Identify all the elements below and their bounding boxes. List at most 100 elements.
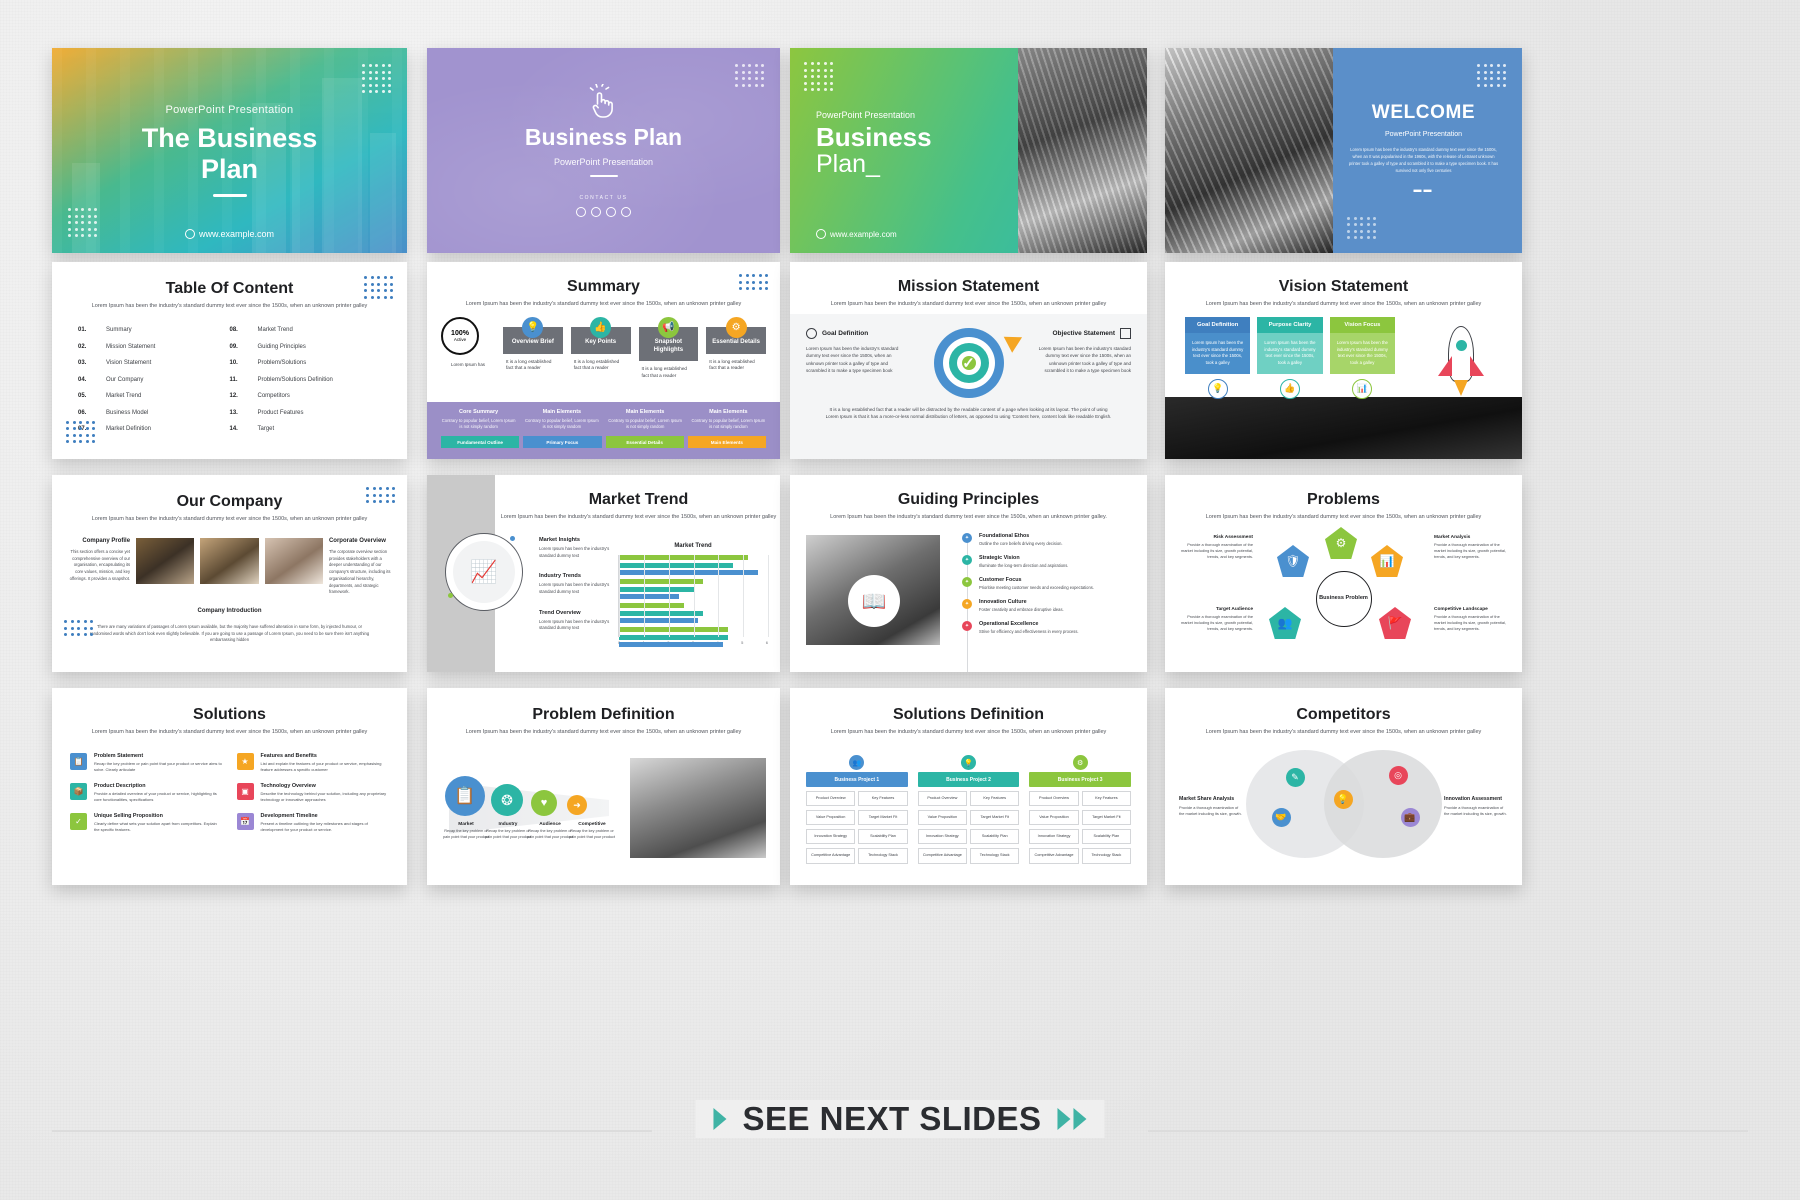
slide-table-of-content[interactable]: Table Of Content Lorem Ipsum has been th… bbox=[52, 262, 407, 459]
summary-tab[interactable]: Primary Focus bbox=[523, 436, 602, 449]
building-photo bbox=[1165, 48, 1333, 253]
slide-business-plan-purple[interactable]: Business Plan PowerPoint Presentation CO… bbox=[427, 48, 780, 253]
mission-goal-title: Goal Definition bbox=[822, 330, 869, 337]
item-text: Lorem Ipsum has been the industry's stan… bbox=[539, 582, 610, 594]
summary-tab[interactable]: Essential Details bbox=[605, 436, 684, 449]
summary-tabs[interactable]: Fundamental Outline Primary Focus Essent… bbox=[427, 436, 780, 449]
cell: Competitive Advantage bbox=[917, 848, 968, 864]
summary-tab[interactable]: Fundamental Outline bbox=[441, 436, 520, 449]
slide2-subtitle: PowerPoint Presentation bbox=[553, 157, 654, 167]
vision-card[interactable]: Purpose Clarity Lorem Ipsum has been the… bbox=[1257, 317, 1323, 399]
toc-item[interactable]: 14. Target bbox=[230, 426, 382, 432]
footer-col-title: Main Elements bbox=[709, 409, 748, 415]
title-rule bbox=[589, 175, 618, 177]
slide-solutions[interactable]: Solutions Lorem Ipsum has been the indus… bbox=[52, 688, 407, 885]
google-plus-icon[interactable] bbox=[606, 207, 616, 217]
toc-item[interactable]: 08. Market Trend bbox=[230, 327, 382, 333]
toc-item[interactable]: 01. Summary bbox=[78, 327, 230, 333]
solution-item[interactable]: ✓ Unique Selling Proposition Clearly defin… bbox=[70, 813, 223, 833]
item-text: Clearly define what sets your solution a… bbox=[94, 821, 217, 832]
toc-item[interactable]: 04. Our Company bbox=[78, 377, 230, 383]
summary-card[interactable]: 💡 Overview Brief It is a long establishe… bbox=[503, 317, 563, 372]
slide-summary[interactable]: Summary Lorem Ipsum has been the industr… bbox=[427, 262, 780, 459]
social-links[interactable] bbox=[576, 207, 631, 217]
slide-welcome[interactable]: WELCOME PowerPoint Presentation Lorem Ip… bbox=[1165, 48, 1522, 253]
slide-solutions-definition[interactable]: Solutions Definition Lorem Ipsum has bee… bbox=[790, 688, 1147, 885]
slide-competitors[interactable]: Competitors Lorem Ipsum has been the ind… bbox=[1165, 688, 1522, 885]
cell-row: Value Proposition Target Market Fit bbox=[917, 810, 1020, 826]
building-photo bbox=[1018, 48, 1147, 253]
linkedin-icon[interactable] bbox=[621, 207, 631, 217]
vision-card[interactable]: Vision Focus Lorem Ipsum has been the in… bbox=[1329, 317, 1395, 399]
page-title: Guiding Principles bbox=[897, 491, 1040, 508]
footer-col-title: Main Elements bbox=[625, 409, 665, 415]
slide-the-business-plan[interactable]: PowerPoint Presentation The Business Pla… bbox=[52, 48, 407, 253]
toc-item[interactable]: 02. Mission Statement bbox=[78, 344, 230, 350]
item-head: Product Description bbox=[94, 783, 146, 789]
summary-footer-columns: Core Summary Contrary to popular belief, … bbox=[427, 409, 780, 430]
toc-item[interactable]: 09. Guiding Principles bbox=[230, 344, 382, 350]
toc-number: 06. bbox=[78, 409, 87, 416]
solution-item[interactable]: 📋 Problem Statement Recap the key problem … bbox=[70, 753, 223, 773]
market-trend-item: Industry Trends Lorem Ipsum has been the… bbox=[539, 573, 619, 595]
toc-item[interactable]: 11. Problem/Solutions Definition bbox=[230, 377, 382, 383]
company-profile: Company Profile This section offers a co… bbox=[68, 538, 130, 583]
toc-item[interactable]: 03. Vision Statement bbox=[78, 360, 230, 366]
cell: Technology Stack bbox=[858, 848, 908, 864]
slide-our-company[interactable]: Our Company Lorem Ipsum has been the ind… bbox=[52, 475, 407, 672]
mission-bottom-text: It is a long established fact that a rea… bbox=[825, 407, 1112, 420]
twitter-icon[interactable] bbox=[576, 207, 586, 217]
toc-number: 05. bbox=[78, 393, 87, 399]
summary-card[interactable]: ⚙ Essential Details It is a long establi… bbox=[706, 317, 766, 372]
toc-item[interactable]: 05. Market Trend bbox=[78, 393, 230, 399]
guiding-list: ✦ Foundational Ethos Outline the core bel… bbox=[962, 533, 1133, 672]
vision-card-body: Lorem Ipsum has been the industry's stan… bbox=[1329, 333, 1395, 374]
cell: Value Proposition bbox=[917, 810, 968, 826]
page-subtitle: Lorem Ipsum has been the industry's stan… bbox=[1205, 301, 1482, 307]
toc-list: 01. Summary 02. Mission Statement 03. Visio… bbox=[52, 327, 407, 443]
summary-card[interactable]: 👍 Key Points It is a long established fa… bbox=[570, 317, 631, 372]
chart-bar bbox=[619, 586, 694, 592]
slide3-url-text: www.example.com bbox=[830, 229, 897, 239]
slide1-title-line1: The Business bbox=[141, 123, 318, 154]
slide-vision-statement[interactable]: Vision Statement Lorem Ipsum has been th… bbox=[1165, 262, 1522, 459]
slide-market-trend[interactable]: Market Trend Lorem Ipsum has been the in… bbox=[427, 475, 780, 672]
toc-item[interactable]: 13. Product Features bbox=[230, 410, 382, 416]
see-next-slides[interactable]: SEE NEXT SLIDES bbox=[695, 1100, 1105, 1138]
summary-card[interactable]: 📢 Snapshot Highlights It is a long estab… bbox=[638, 317, 699, 380]
percent-label: Active bbox=[453, 337, 467, 342]
company-note: There are many variations of passages of… bbox=[89, 624, 370, 643]
item-text: Prioritise meeting customer needs and ex… bbox=[979, 585, 1094, 590]
dot-pattern bbox=[804, 62, 833, 91]
slide-mission-statement[interactable]: Mission Statement Lorem Ipsum has been t… bbox=[790, 262, 1147, 459]
toc-item[interactable]: 07. Market Definition bbox=[78, 426, 230, 432]
label-head: Industry bbox=[498, 822, 518, 827]
target-icon bbox=[806, 328, 817, 339]
chart-gridline bbox=[619, 555, 620, 637]
chart-bar bbox=[619, 603, 684, 608]
toc-item[interactable]: 10. Problem/Solutions bbox=[230, 360, 382, 366]
solution-item[interactable]: 📅 Development Timeline Present a timeline … bbox=[236, 813, 390, 833]
contact-label: CONTACT US bbox=[579, 195, 628, 201]
slide-problems[interactable]: Problems Lorem Ipsum has been the indust… bbox=[1165, 475, 1522, 672]
item-text: Strive for efficiency and effectiveness … bbox=[979, 629, 1079, 634]
slide-guiding-principles[interactable]: Guiding Principles Lorem Ipsum has been … bbox=[790, 475, 1147, 672]
facebook-icon[interactable] bbox=[591, 207, 601, 217]
solution-item[interactable]: ★ Features and Benefits List and explain t… bbox=[236, 753, 390, 773]
solution-item[interactable]: 📦 Product Description Provide a detailed o… bbox=[70, 783, 223, 803]
slide-business-plan-green[interactable]: PowerPoint Presentation Business Plan_ w… bbox=[790, 48, 1147, 253]
toc-item[interactable]: 12. Competitors bbox=[230, 393, 382, 399]
summary-tab[interactable]: Main Elements bbox=[687, 436, 766, 449]
divider-right bbox=[1148, 1130, 1748, 1132]
venn-diagram: ✎ 🤝 💡 ◎ 💼 bbox=[1245, 750, 1442, 858]
market-trend-items: Market Insights Lorem Ipsum has been the… bbox=[539, 537, 619, 646]
vision-card[interactable]: Goal Definition Lorem Ipsum has been the… bbox=[1185, 317, 1251, 399]
toc-item[interactable]: 06. Business Model bbox=[78, 410, 230, 416]
label-head: Market bbox=[458, 822, 474, 827]
slide-problem-definition[interactable]: Problem Definition Lorem Ipsum has been … bbox=[427, 688, 780, 885]
item-text: Illuminate the long-term direction and a… bbox=[979, 563, 1069, 568]
globe-icon bbox=[184, 229, 195, 239]
lightbulb-icon: 💡 bbox=[961, 755, 976, 770]
briefcase-icon: 💼 bbox=[1400, 808, 1420, 827]
solution-item[interactable]: ▣ Technology Overview Describe the technol… bbox=[236, 783, 390, 803]
